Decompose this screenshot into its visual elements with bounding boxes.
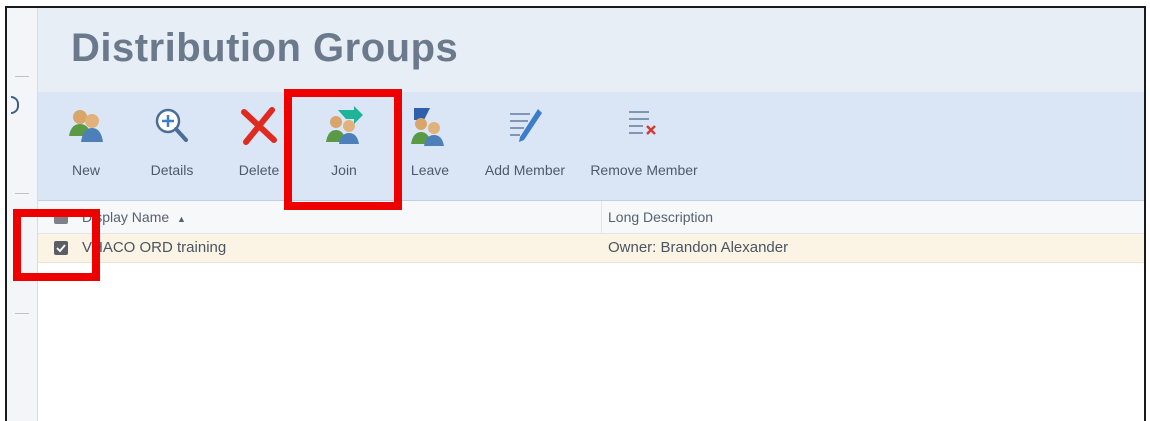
remove-member-button[interactable]: Remove Member (581, 92, 707, 200)
nav-collapse-icon[interactable] (11, 96, 19, 114)
page-title: Distribution Groups (71, 26, 459, 70)
delete-label: Delete (238, 162, 280, 178)
magnify-plus-icon (155, 108, 188, 142)
distribution-groups-grid: Display Name ▲ Long Description VHACO OR… (38, 201, 1144, 421)
leave-button[interactable]: Leave (404, 92, 456, 200)
add-member-button[interactable]: Add Member (476, 92, 574, 200)
nav-divider (15, 313, 29, 314)
checkmark-icon (56, 244, 66, 253)
col-header-long-description[interactable]: Long Description (608, 209, 713, 225)
table-row[interactable]: VHACO ORD training Owner: Brandon Alexan… (38, 234, 1144, 263)
leave-group-icon (411, 108, 444, 146)
new-button[interactable]: New (60, 92, 112, 200)
join-button[interactable]: Join (316, 92, 372, 200)
join-group-icon (326, 106, 363, 144)
title-bar: Distribution Groups (38, 8, 1144, 92)
new-group-icon (69, 110, 103, 142)
sort-ascending-icon: ▲ (177, 214, 186, 224)
nav-divider (15, 193, 29, 194)
details-label: Details (150, 162, 194, 178)
toolbar: New Details Delete Join Leave Add Member… (38, 92, 1144, 201)
details-button[interactable]: Details (142, 92, 202, 200)
remove-member-icon (629, 111, 656, 135)
display-name-header-label: Display Name (82, 209, 170, 225)
delete-x-icon (241, 107, 277, 145)
left-nav-rail (7, 8, 38, 421)
col-header-display-name[interactable]: Display Name ▲ (82, 209, 186, 225)
new-label: New (71, 162, 100, 178)
add-member-icon (510, 109, 542, 142)
nav-divider (15, 76, 29, 77)
join-label: Join (331, 162, 357, 178)
select-all-checkbox[interactable] (54, 210, 68, 224)
row-checkbox[interactable] (54, 241, 68, 255)
remove-member-label: Remove Member (590, 162, 698, 178)
grid-header: Display Name ▲ Long Description (38, 201, 1144, 234)
add-member-label: Add Member (484, 162, 566, 178)
delete-button[interactable]: Delete (230, 92, 288, 200)
cell-display-name: VHACO ORD training (82, 239, 227, 256)
cell-long-description: Owner: Brandon Alexander (608, 239, 789, 256)
leave-label: Leave (410, 162, 450, 178)
